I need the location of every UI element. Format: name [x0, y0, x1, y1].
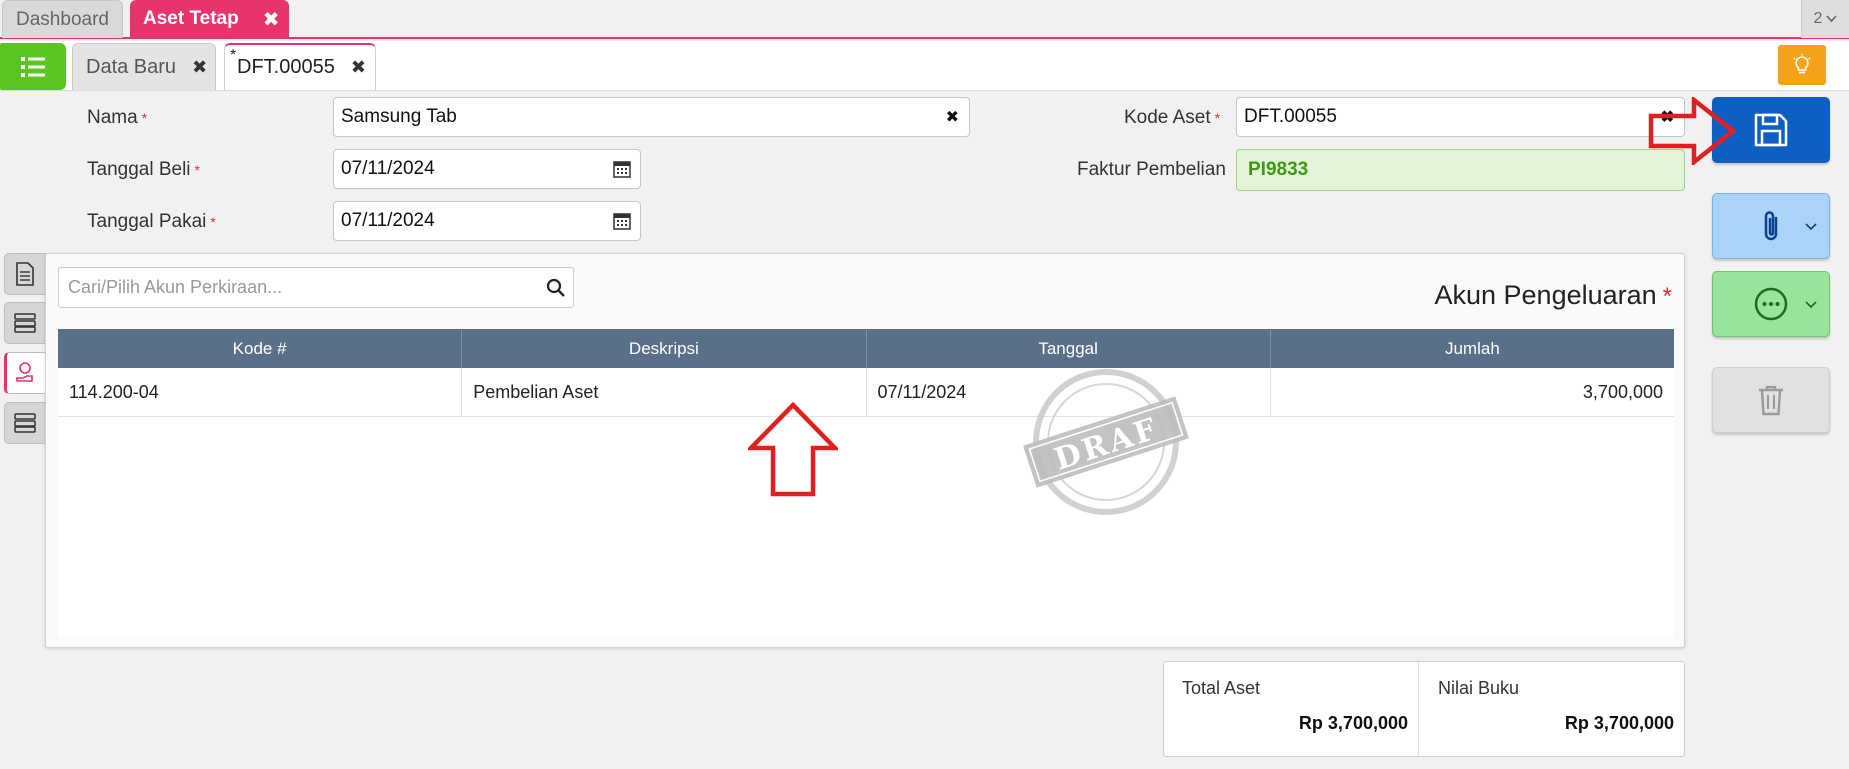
calendar-icon[interactable] — [613, 212, 631, 230]
side-tab-assets[interactable] — [4, 302, 46, 344]
more-options-button[interactable] — [1712, 271, 1830, 337]
faktur-pembelian-label-text: Faktur Pembelian — [1077, 159, 1226, 180]
side-tab-expense[interactable] — [4, 352, 46, 394]
more-options-icon — [1754, 287, 1788, 321]
delete-button[interactable] — [1712, 367, 1830, 433]
tanggal-beli-label: Tanggal Beli * — [87, 159, 200, 181]
faktur-pembelian-field[interactable]: PI9833 — [1236, 149, 1685, 191]
totals-box: Total Aset Rp 3,700,000 Nilai Buku Rp 3,… — [1163, 661, 1685, 757]
tanggal-beli-input[interactable]: 07/11/2024 — [333, 149, 641, 189]
calendar-icon[interactable] — [613, 160, 631, 178]
nama-label-text: Nama — [87, 107, 138, 128]
required-mark: * — [210, 214, 216, 230]
clear-icon[interactable]: ✖ — [946, 107, 959, 127]
close-icon[interactable]: ✖ — [263, 7, 280, 32]
tab-dashboard-label: Dashboard — [16, 8, 109, 30]
stack-icon — [14, 413, 36, 433]
menu-button[interactable] — [0, 43, 66, 90]
tab-aset-tetap[interactable]: Aset Tetap ✖ — [130, 0, 289, 38]
panel-title: Akun Pengeluaran * — [1434, 280, 1672, 311]
kode-aset-label: Kode Aset * — [1124, 107, 1220, 129]
nilai-buku: Nilai Buku Rp 3,700,000 — [1420, 662, 1684, 756]
unsaved-marker: * — [230, 47, 237, 64]
tanggal-pakai-label-text: Tanggal Pakai — [87, 211, 207, 232]
list-icon — [21, 56, 45, 77]
search-icon[interactable] — [546, 278, 566, 298]
tab-dft-label: DFT.00055 — [237, 56, 335, 78]
panel-title-text: Akun Pengeluaran — [1434, 280, 1657, 310]
close-icon[interactable]: ✖ — [192, 57, 207, 78]
document-toolbar: Data Baru ✖ * DFT.00055 ✖ — [0, 41, 1849, 91]
account-search-input[interactable]: Cari/Pilih Akun Perkiraan... — [58, 267, 574, 308]
tab-dft-00055[interactable]: * DFT.00055 ✖ — [224, 43, 376, 90]
tab-counter: 2 — [1813, 10, 1823, 27]
close-icon[interactable]: ✖ — [351, 57, 366, 78]
attachment-button[interactable] — [1712, 193, 1830, 259]
required-mark: * — [1214, 110, 1221, 126]
tanggal-pakai-value: 07/11/2024 — [341, 210, 435, 231]
document-icon — [16, 262, 34, 286]
expense-account-panel: Cari/Pilih Akun Perkiraan... Akun Pengel… — [45, 253, 1685, 648]
nilai-buku-label: Nilai Buku — [1438, 678, 1520, 698]
chevron-down-icon — [1805, 296, 1817, 312]
tab-dashboard[interactable]: Dashboard — [2, 0, 123, 38]
annotation-arrow-right — [1648, 97, 1736, 165]
total-aset-value: Rp 3,700,000 — [1298, 713, 1408, 733]
side-tab-depreciation[interactable] — [4, 402, 46, 444]
table-header: Kode # Deskripsi Tanggal Jumlah — [58, 329, 1674, 368]
money-hand-icon — [16, 362, 33, 382]
tanggal-pakai-input[interactable]: 07/11/2024 — [333, 201, 641, 241]
tab-counter-dropdown[interactable]: 2 — [1801, 0, 1849, 38]
nama-input[interactable]: Samsung Tab ✖ — [333, 97, 970, 137]
cell-jumlah: 3,700,000 — [1582, 381, 1663, 402]
tab-data-baru-label: Data Baru — [86, 55, 177, 78]
column-header-kode[interactable]: Kode # — [58, 329, 463, 368]
tips-button[interactable] — [1778, 45, 1826, 85]
column-header-jumlah[interactable]: Jumlah — [1271, 329, 1674, 368]
column-header-tanggal[interactable]: Tanggal — [867, 329, 1271, 368]
nama-label: Nama * — [87, 107, 147, 129]
trash-icon — [1759, 385, 1783, 416]
top-tab-strip: Dashboard Aset Tetap ✖ 2 — [0, 0, 1849, 39]
annotation-arrow-up — [748, 402, 838, 497]
kode-aset-value: DFT.00055 — [1244, 106, 1337, 127]
faktur-pembelian-label: Faktur Pembelian — [1077, 159, 1226, 181]
floppy-disk-icon — [1754, 113, 1788, 147]
kode-aset-label-text: Kode Aset — [1124, 107, 1211, 128]
side-tab-document[interactable] — [4, 253, 46, 295]
tab-data-baru[interactable]: Data Baru ✖ — [72, 43, 216, 90]
draft-stamp: DRAF — [1023, 369, 1189, 515]
chevron-down-icon — [1805, 218, 1817, 234]
column-header-deskripsi[interactable]: Deskripsi — [462, 329, 867, 368]
stack-icon — [14, 313, 36, 333]
nama-value: Samsung Tab — [341, 106, 457, 127]
lightbulb-icon — [1793, 54, 1811, 74]
tab-aset-tetap-label: Aset Tetap — [143, 8, 239, 29]
search-placeholder: Cari/Pilih Akun Perkiraan... — [68, 277, 283, 297]
chevron-down-icon — [1826, 15, 1838, 23]
required-mark: * — [1662, 283, 1672, 310]
tanggal-pakai-label: Tanggal Pakai * — [87, 211, 216, 233]
paperclip-icon — [1764, 211, 1778, 241]
tanggal-beli-value: 07/11/2024 — [341, 158, 435, 179]
total-aset: Total Aset Rp 3,700,000 — [1164, 662, 1419, 756]
required-mark: * — [141, 110, 148, 126]
tanggal-beli-label-text: Tanggal Beli — [87, 159, 191, 180]
expense-table: Kode # Deskripsi Tanggal Jumlah 114.200-… — [58, 329, 1674, 637]
required-mark: * — [194, 162, 200, 178]
faktur-pembelian-value: PI9833 — [1248, 159, 1309, 180]
table-row[interactable]: 114.200-04 Pembelian Aset 07/11/2024 3,7… — [58, 368, 1674, 417]
kode-aset-input[interactable]: DFT.00055 ✖ — [1236, 97, 1685, 137]
nilai-buku-value: Rp 3,700,000 — [1564, 713, 1674, 733]
total-aset-label: Total Aset — [1182, 678, 1261, 698]
cell-kode: 114.200-04 — [58, 368, 463, 416]
